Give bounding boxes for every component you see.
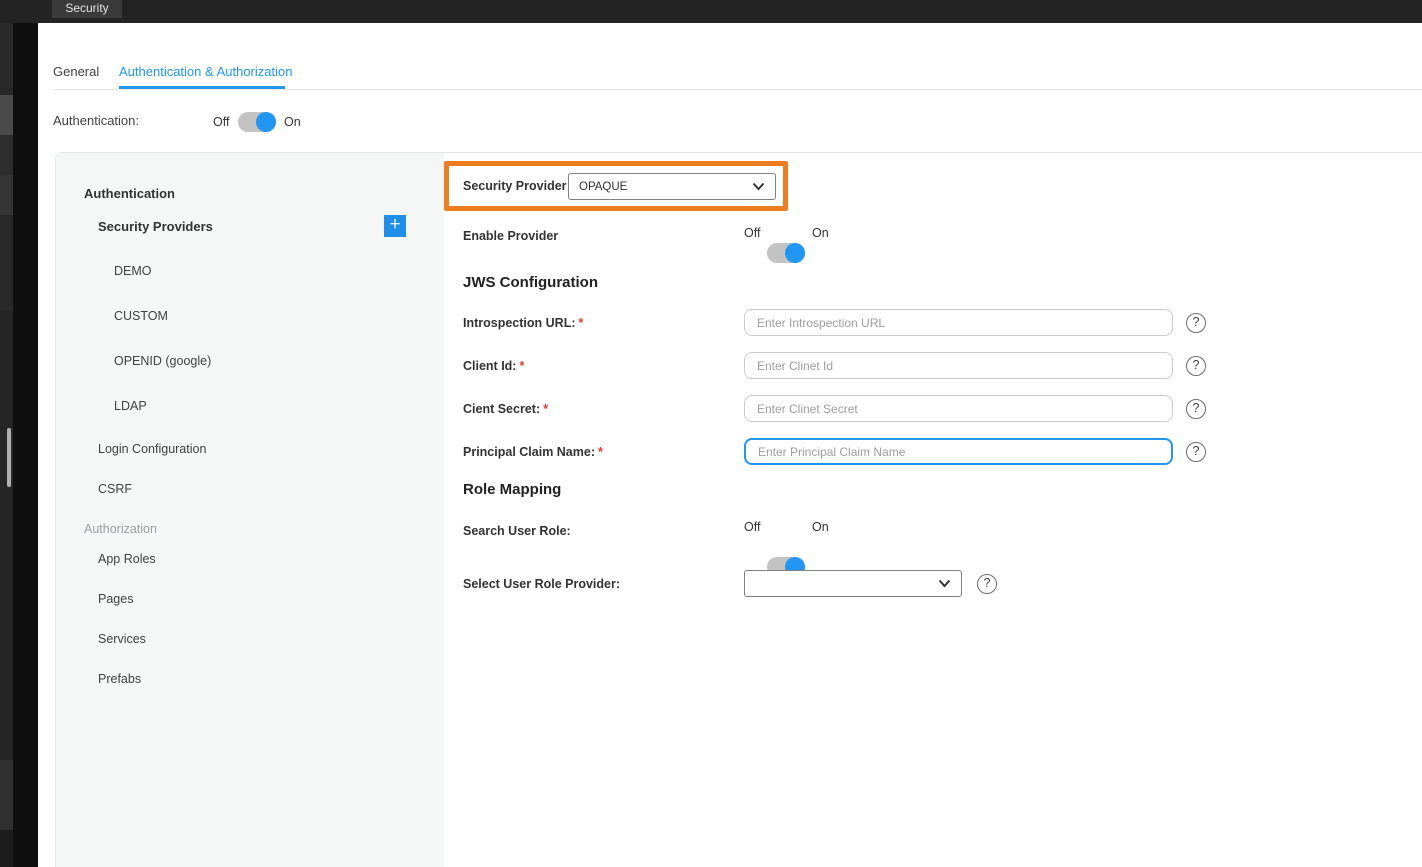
authentication-toggle-off-label: Off: [213, 115, 229, 129]
search-user-role-label: Search User Role:: [463, 524, 571, 538]
help-icon[interactable]: ?: [977, 574, 997, 594]
authentication-label: Authentication:: [53, 113, 139, 128]
security-window-tab[interactable]: Security: [52, 0, 122, 18]
nav-item-services[interactable]: Services: [98, 632, 146, 646]
search-user-role-toggle-off-label: Off: [744, 520, 760, 534]
principal-claim-name-input[interactable]: [744, 438, 1173, 465]
role-mapping-heading: Role Mapping: [463, 481, 561, 498]
security-side-nav: Authentication Security Providers + DEMO…: [56, 153, 444, 867]
rail-segment: [0, 135, 13, 175]
nav-item-pages[interactable]: Pages: [98, 592, 133, 606]
security-settings-panel: Authentication Security Providers + DEMO…: [55, 152, 1422, 867]
required-asterisk: *: [543, 402, 548, 416]
enable-provider-toggle-on-label: On: [812, 226, 829, 240]
user-role-provider-select[interactable]: [744, 570, 962, 597]
rail-segment: [0, 175, 13, 215]
authentication-toggle-on-label: On: [284, 115, 301, 129]
security-provider-label: Security Provider: [463, 179, 567, 193]
nav-item-login-configuration[interactable]: Login Configuration: [98, 442, 206, 456]
rail-segment: [0, 830, 13, 867]
required-asterisk: *: [579, 316, 584, 330]
chevron-down-icon: [752, 182, 765, 191]
nav-item-prefabs[interactable]: Prefabs: [98, 672, 141, 686]
help-icon[interactable]: ?: [1186, 356, 1206, 376]
required-asterisk: *: [519, 359, 524, 373]
rail-segment-active: [0, 95, 13, 135]
client-secret-label: Cient Secret:*: [463, 402, 548, 416]
panel-drag-handle[interactable]: [7, 428, 11, 487]
rail-segment: [0, 760, 13, 830]
rail-segment: [0, 215, 13, 310]
nav-item-csrf[interactable]: CSRF: [98, 482, 132, 496]
help-icon[interactable]: ?: [1186, 399, 1206, 419]
security-provider-selected-value: OPAQUE: [579, 181, 627, 193]
nav-item-provider-custom[interactable]: CUSTOM: [114, 309, 168, 323]
enable-provider-label: Enable Provider: [463, 229, 558, 243]
toggle-knob: [256, 112, 276, 132]
select-user-role-provider-label: Select User Role Provider:: [463, 577, 620, 591]
help-icon[interactable]: ?: [1186, 313, 1206, 333]
left-toolbar-rail: [0, 23, 38, 867]
rail-segment: [0, 310, 13, 760]
authentication-toggle[interactable]: [238, 112, 276, 132]
required-asterisk: *: [598, 445, 603, 459]
toggle-knob: [785, 243, 805, 263]
jws-configuration-heading: JWS Configuration: [463, 274, 598, 291]
security-provider-select[interactable]: OPAQUE: [568, 173, 776, 200]
top-bar: [0, 0, 1422, 23]
help-icon[interactable]: ?: [1186, 442, 1206, 462]
principal-claim-name-label: Principal Claim Name:*: [463, 445, 603, 459]
nav-header-authorization: Authorization: [84, 522, 157, 536]
client-id-input[interactable]: [744, 352, 1173, 379]
chevron-down-icon: [938, 579, 951, 588]
search-user-role-toggle-on-label: On: [812, 520, 829, 534]
tab-authentication-authorization[interactable]: Authentication & Authorization: [119, 64, 292, 79]
nav-header-authentication: Authentication: [84, 186, 175, 201]
introspection-url-label: Introspection URL:*: [463, 316, 583, 330]
tab-general[interactable]: General: [53, 64, 99, 79]
enable-provider-toggle[interactable]: [767, 243, 805, 263]
client-id-label: Client Id:*: [463, 359, 524, 373]
nav-item-provider-demo[interactable]: DEMO: [114, 264, 152, 278]
enable-provider-toggle-off-label: Off: [744, 226, 760, 240]
add-provider-button[interactable]: +: [384, 215, 406, 237]
nav-item-app-roles[interactable]: App Roles: [98, 552, 156, 566]
client-secret-input[interactable]: [744, 395, 1173, 422]
nav-item-provider-ldap[interactable]: LDAP: [114, 399, 147, 413]
rail-segment: [0, 23, 13, 95]
introspection-url-input[interactable]: [744, 309, 1173, 336]
nav-item-security-providers[interactable]: Security Providers: [98, 219, 213, 234]
nav-item-provider-openid[interactable]: OPENID (google): [114, 354, 211, 368]
tabs-divider: [53, 89, 1422, 90]
